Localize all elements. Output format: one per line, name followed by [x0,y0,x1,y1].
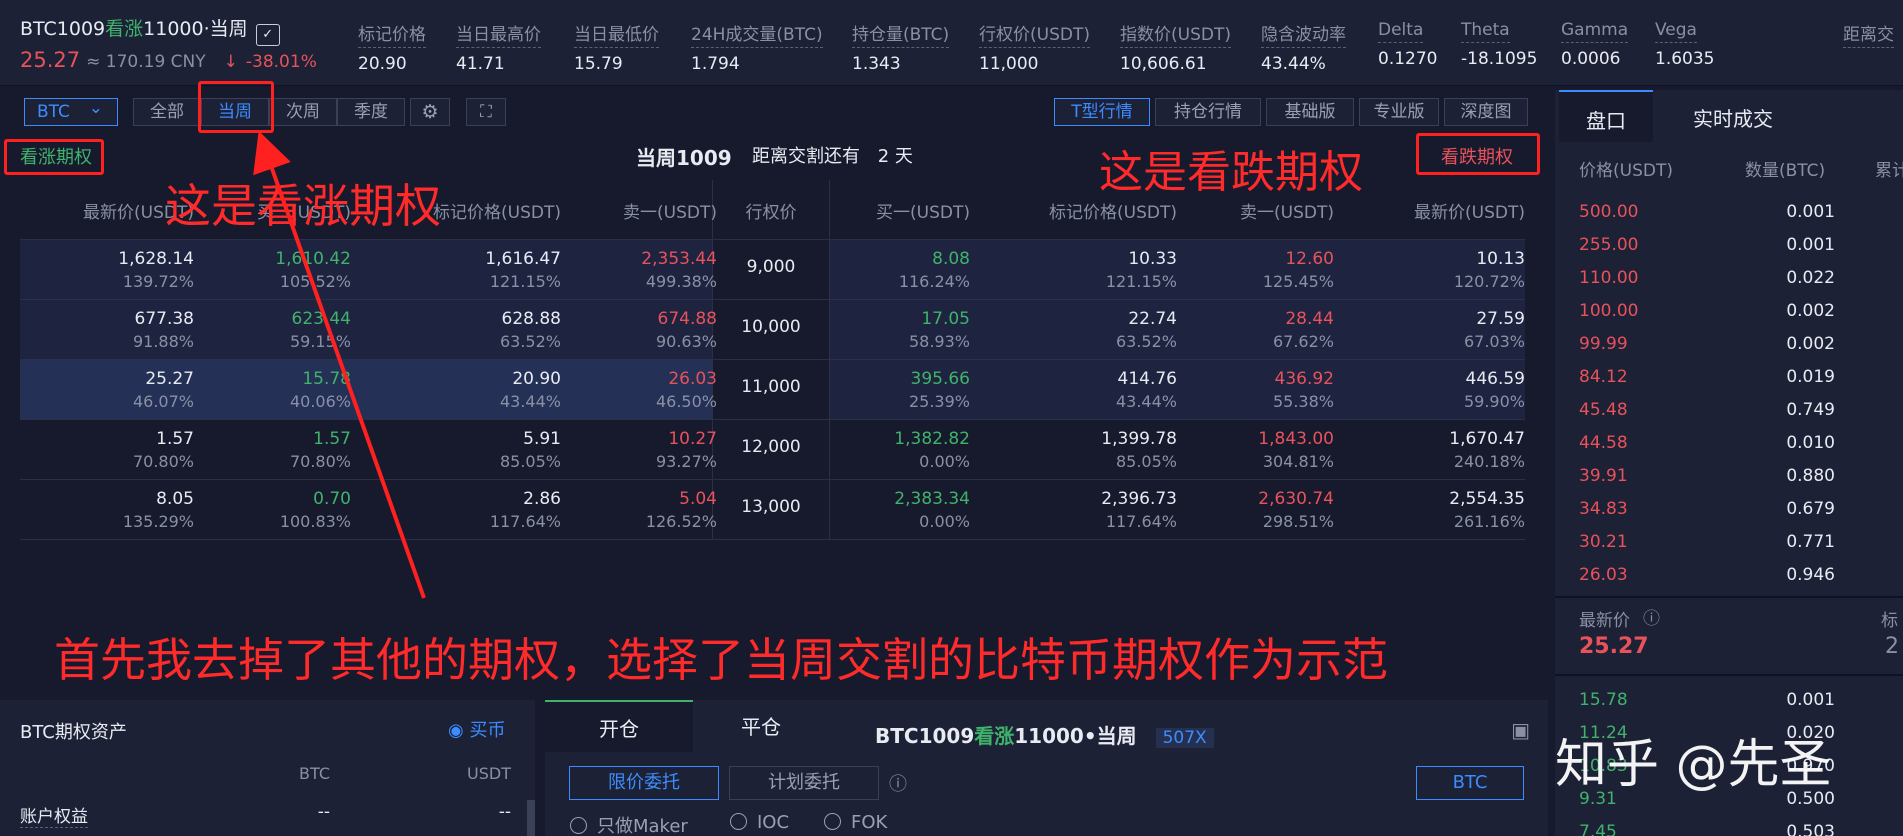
zhihu-watermark: 知乎 @先圣 [1555,735,1832,795]
annotation-arrow [253,130,426,599]
